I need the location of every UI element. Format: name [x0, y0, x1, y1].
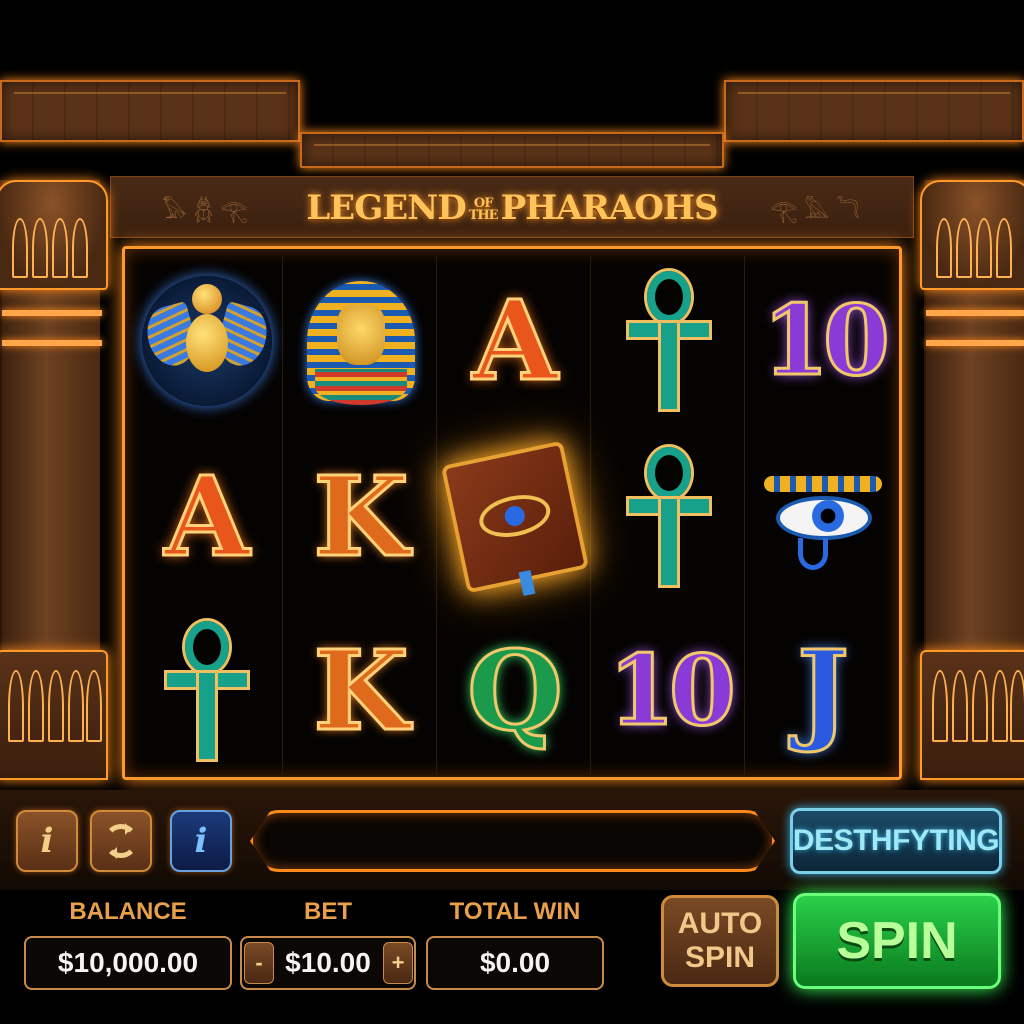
game-title: LEGEND OF THEPHARAOHS: [300, 180, 724, 236]
letter-symbol-a: A: [163, 452, 251, 581]
info-icon: i: [194, 821, 208, 861]
stone-lintel-left: [0, 80, 300, 142]
reel-symbol: [593, 255, 745, 427]
reel-symbol: 10: [747, 255, 899, 427]
reel-symbol: Q: [439, 605, 591, 777]
title-word-legend: LEGEND: [306, 188, 466, 228]
pillar-left: [0, 180, 108, 780]
pharaoh-icon: [301, 271, 421, 411]
reel-symbol: J: [747, 605, 899, 777]
feature-button[interactable]: DESTHFYTING: [790, 808, 1002, 874]
spin-button-label: SPIN: [836, 912, 958, 970]
paytable-info-button[interactable]: i: [16, 810, 78, 872]
letter-symbol-10: 10: [607, 634, 738, 747]
hieroglyph-strip-left: 𓅃 𓆣 𓂀: [162, 199, 248, 224]
balance-display: $10,000.00: [24, 936, 232, 990]
total-win-label: TOTAL WIN: [449, 898, 581, 925]
spin-button[interactable]: SPIN: [793, 893, 1001, 989]
letter-symbol-10: 10: [761, 284, 892, 397]
temple-background: 𓅃 𓆣 𓂀 𓂀 𓅓 𓆓 LEGEND OF THEPHARAOHS A K K …: [0, 0, 1024, 1024]
total-win-display: $0.00: [426, 936, 604, 990]
scarab-icon: [141, 276, 273, 406]
info-icon: i: [40, 821, 54, 861]
pillar-capital-right: [920, 180, 1024, 290]
stone-lintel-center: [300, 132, 724, 168]
reel-symbol: K: [285, 605, 437, 777]
bet-value: $10.00: [285, 947, 371, 978]
total-win-value: $0.00: [479, 947, 551, 978]
reel-symbol: [131, 255, 283, 427]
letter-symbol-a: A: [471, 276, 559, 405]
ankh-icon: [629, 271, 709, 411]
reel-symbol: K: [285, 431, 437, 603]
reel-symbol: 10: [593, 605, 745, 777]
balance-value: $10,000.00: [57, 947, 199, 978]
bet-increase-button[interactable]: +: [383, 942, 413, 984]
hieroglyph-strip-right: 𓂀 𓅓 𓆓: [770, 199, 860, 224]
pillar-capital-left: [0, 180, 108, 290]
book-icon: [440, 440, 590, 596]
reel-symbol: [593, 431, 745, 603]
reel-3: A Q: [439, 255, 591, 775]
auto-spin-button[interactable]: AUTO SPIN: [661, 895, 779, 987]
reel-symbol: [439, 431, 591, 603]
reel-symbol: A: [131, 431, 283, 603]
ankh-icon: [629, 447, 709, 587]
stone-lintel-right: [724, 80, 1024, 142]
pillar-right: [920, 180, 1024, 780]
reel-2: K K: [285, 255, 437, 775]
bet-decrease-button[interactable]: -: [244, 942, 274, 984]
title-word-pharaohs: PHARAOHS: [500, 188, 719, 228]
ankh-icon: [167, 621, 247, 761]
rules-info-button[interactable]: i: [170, 810, 232, 872]
reel-symbol: [285, 255, 437, 427]
reel-1: A: [131, 255, 283, 775]
bet-label: BET: [304, 898, 352, 925]
pillar-base-right: [920, 650, 1024, 780]
auto-spin-label-line2: SPIN: [684, 941, 756, 974]
reel-symbol: [747, 431, 899, 603]
reel-4: 10: [593, 255, 745, 775]
letter-symbol-j: J: [795, 626, 850, 755]
feature-button-label: DESTHFYTING: [792, 824, 1000, 857]
letter-symbol-k: K: [312, 626, 411, 755]
message-bar: [250, 810, 775, 872]
reel-symbol: [131, 605, 283, 777]
reel-5: 10 J: [747, 255, 899, 775]
auto-spin-label-line1: AUTO: [677, 907, 763, 940]
refresh-button[interactable]: [90, 810, 152, 872]
eye-of-horus-icon: [758, 462, 888, 572]
reels-frame: A K K A Q 10 10 J: [122, 246, 902, 780]
reel-symbol: A: [439, 255, 591, 427]
balance-label: BALANCE: [69, 898, 187, 925]
letter-symbol-k: K: [312, 452, 411, 581]
letter-symbol-q: Q: [466, 626, 565, 755]
title-word-the: THE: [468, 208, 499, 223]
refresh-icon: [104, 823, 138, 859]
pillar-base-left: [0, 650, 108, 780]
